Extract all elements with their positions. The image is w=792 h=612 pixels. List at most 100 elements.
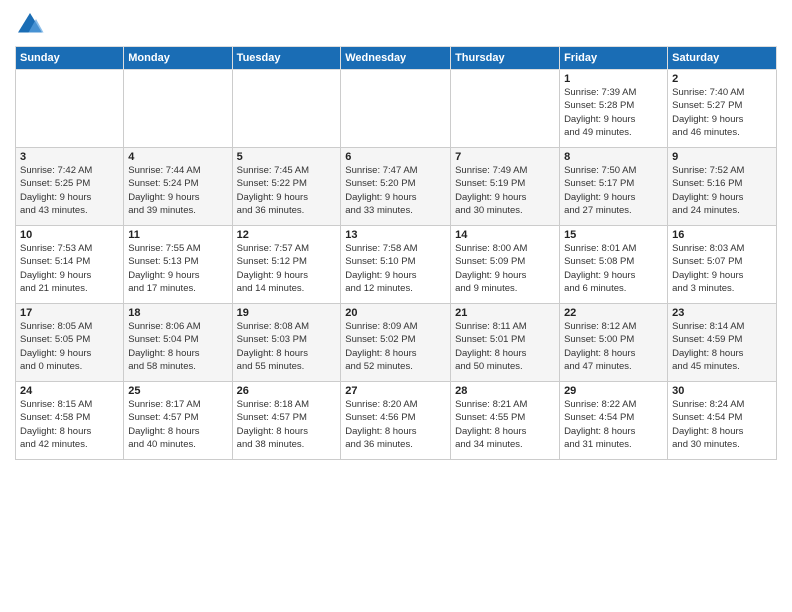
day-number: 6 xyxy=(345,151,446,163)
day-number: 23 xyxy=(672,307,772,319)
calendar-cell: 16Sunrise: 8:03 AM Sunset: 5:07 PM Dayli… xyxy=(668,226,777,304)
calendar-cell: 19Sunrise: 8:08 AM Sunset: 5:03 PM Dayli… xyxy=(232,304,341,382)
calendar-cell: 22Sunrise: 8:12 AM Sunset: 5:00 PM Dayli… xyxy=(560,304,668,382)
day-info: Sunrise: 8:20 AM Sunset: 4:56 PM Dayligh… xyxy=(345,398,446,451)
day-info: Sunrise: 8:00 AM Sunset: 5:09 PM Dayligh… xyxy=(455,242,555,295)
day-info: Sunrise: 7:47 AM Sunset: 5:20 PM Dayligh… xyxy=(345,164,446,217)
day-number: 15 xyxy=(564,229,663,241)
day-number: 1 xyxy=(564,73,663,85)
calendar-body: 1Sunrise: 7:39 AM Sunset: 5:28 PM Daylig… xyxy=(16,70,777,460)
calendar-cell: 26Sunrise: 8:18 AM Sunset: 4:57 PM Dayli… xyxy=(232,382,341,460)
logo xyxy=(15,10,47,40)
calendar-cell: 7Sunrise: 7:49 AM Sunset: 5:19 PM Daylig… xyxy=(451,148,560,226)
day-number: 17 xyxy=(20,307,119,319)
day-info: Sunrise: 7:57 AM Sunset: 5:12 PM Dayligh… xyxy=(237,242,337,295)
calendar-cell: 23Sunrise: 8:14 AM Sunset: 4:59 PM Dayli… xyxy=(668,304,777,382)
day-number: 29 xyxy=(564,385,663,397)
calendar-cell: 6Sunrise: 7:47 AM Sunset: 5:20 PM Daylig… xyxy=(341,148,451,226)
day-info: Sunrise: 7:49 AM Sunset: 5:19 PM Dayligh… xyxy=(455,164,555,217)
day-number: 8 xyxy=(564,151,663,163)
calendar-day-header: Tuesday xyxy=(232,47,341,70)
day-number: 11 xyxy=(128,229,227,241)
calendar-cell: 14Sunrise: 8:00 AM Sunset: 5:09 PM Dayli… xyxy=(451,226,560,304)
calendar-cell xyxy=(341,70,451,148)
day-info: Sunrise: 8:15 AM Sunset: 4:58 PM Dayligh… xyxy=(20,398,119,451)
calendar-week-row: 1Sunrise: 7:39 AM Sunset: 5:28 PM Daylig… xyxy=(16,70,777,148)
day-info: Sunrise: 7:45 AM Sunset: 5:22 PM Dayligh… xyxy=(237,164,337,217)
day-number: 13 xyxy=(345,229,446,241)
calendar-day-header: Monday xyxy=(124,47,232,70)
day-number: 16 xyxy=(672,229,772,241)
calendar-table: SundayMondayTuesdayWednesdayThursdayFrid… xyxy=(15,46,777,460)
day-info: Sunrise: 7:55 AM Sunset: 5:13 PM Dayligh… xyxy=(128,242,227,295)
calendar-header-row: SundayMondayTuesdayWednesdayThursdayFrid… xyxy=(16,47,777,70)
day-number: 30 xyxy=(672,385,772,397)
day-info: Sunrise: 8:09 AM Sunset: 5:02 PM Dayligh… xyxy=(345,320,446,373)
calendar-day-header: Saturday xyxy=(668,47,777,70)
day-number: 20 xyxy=(345,307,446,319)
calendar-cell: 18Sunrise: 8:06 AM Sunset: 5:04 PM Dayli… xyxy=(124,304,232,382)
day-info: Sunrise: 8:17 AM Sunset: 4:57 PM Dayligh… xyxy=(128,398,227,451)
calendar-cell xyxy=(232,70,341,148)
day-number: 3 xyxy=(20,151,119,163)
day-number: 28 xyxy=(455,385,555,397)
calendar-cell xyxy=(16,70,124,148)
calendar-cell: 21Sunrise: 8:11 AM Sunset: 5:01 PM Dayli… xyxy=(451,304,560,382)
day-info: Sunrise: 8:06 AM Sunset: 5:04 PM Dayligh… xyxy=(128,320,227,373)
calendar-week-row: 24Sunrise: 8:15 AM Sunset: 4:58 PM Dayli… xyxy=(16,382,777,460)
calendar-cell xyxy=(124,70,232,148)
day-info: Sunrise: 8:18 AM Sunset: 4:57 PM Dayligh… xyxy=(237,398,337,451)
day-info: Sunrise: 8:14 AM Sunset: 4:59 PM Dayligh… xyxy=(672,320,772,373)
day-info: Sunrise: 7:40 AM Sunset: 5:27 PM Dayligh… xyxy=(672,86,772,139)
calendar-cell: 25Sunrise: 8:17 AM Sunset: 4:57 PM Dayli… xyxy=(124,382,232,460)
calendar-cell: 27Sunrise: 8:20 AM Sunset: 4:56 PM Dayli… xyxy=(341,382,451,460)
calendar-cell: 29Sunrise: 8:22 AM Sunset: 4:54 PM Dayli… xyxy=(560,382,668,460)
day-info: Sunrise: 8:24 AM Sunset: 4:54 PM Dayligh… xyxy=(672,398,772,451)
day-number: 2 xyxy=(672,73,772,85)
calendar-day-header: Thursday xyxy=(451,47,560,70)
day-number: 12 xyxy=(237,229,337,241)
day-number: 27 xyxy=(345,385,446,397)
day-info: Sunrise: 7:58 AM Sunset: 5:10 PM Dayligh… xyxy=(345,242,446,295)
day-info: Sunrise: 7:50 AM Sunset: 5:17 PM Dayligh… xyxy=(564,164,663,217)
calendar-day-header: Wednesday xyxy=(341,47,451,70)
calendar-cell: 9Sunrise: 7:52 AM Sunset: 5:16 PM Daylig… xyxy=(668,148,777,226)
day-info: Sunrise: 8:12 AM Sunset: 5:00 PM Dayligh… xyxy=(564,320,663,373)
calendar-cell: 5Sunrise: 7:45 AM Sunset: 5:22 PM Daylig… xyxy=(232,148,341,226)
calendar-cell: 20Sunrise: 8:09 AM Sunset: 5:02 PM Dayli… xyxy=(341,304,451,382)
calendar-cell: 8Sunrise: 7:50 AM Sunset: 5:17 PM Daylig… xyxy=(560,148,668,226)
day-info: Sunrise: 7:42 AM Sunset: 5:25 PM Dayligh… xyxy=(20,164,119,217)
calendar-day-header: Sunday xyxy=(16,47,124,70)
calendar-cell: 24Sunrise: 8:15 AM Sunset: 4:58 PM Dayli… xyxy=(16,382,124,460)
calendar-cell: 1Sunrise: 7:39 AM Sunset: 5:28 PM Daylig… xyxy=(560,70,668,148)
day-number: 4 xyxy=(128,151,227,163)
calendar-cell: 12Sunrise: 7:57 AM Sunset: 5:12 PM Dayli… xyxy=(232,226,341,304)
calendar-cell: 4Sunrise: 7:44 AM Sunset: 5:24 PM Daylig… xyxy=(124,148,232,226)
day-number: 21 xyxy=(455,307,555,319)
day-number: 22 xyxy=(564,307,663,319)
calendar-week-row: 3Sunrise: 7:42 AM Sunset: 5:25 PM Daylig… xyxy=(16,148,777,226)
calendar-week-row: 17Sunrise: 8:05 AM Sunset: 5:05 PM Dayli… xyxy=(16,304,777,382)
calendar-cell: 17Sunrise: 8:05 AM Sunset: 5:05 PM Dayli… xyxy=(16,304,124,382)
day-info: Sunrise: 8:08 AM Sunset: 5:03 PM Dayligh… xyxy=(237,320,337,373)
calendar-cell: 30Sunrise: 8:24 AM Sunset: 4:54 PM Dayli… xyxy=(668,382,777,460)
day-info: Sunrise: 8:05 AM Sunset: 5:05 PM Dayligh… xyxy=(20,320,119,373)
day-info: Sunrise: 8:03 AM Sunset: 5:07 PM Dayligh… xyxy=(672,242,772,295)
day-info: Sunrise: 8:01 AM Sunset: 5:08 PM Dayligh… xyxy=(564,242,663,295)
logo-icon xyxy=(15,10,45,40)
calendar-cell xyxy=(451,70,560,148)
day-number: 19 xyxy=(237,307,337,319)
calendar-cell: 15Sunrise: 8:01 AM Sunset: 5:08 PM Dayli… xyxy=(560,226,668,304)
calendar-week-row: 10Sunrise: 7:53 AM Sunset: 5:14 PM Dayli… xyxy=(16,226,777,304)
day-number: 24 xyxy=(20,385,119,397)
day-info: Sunrise: 8:22 AM Sunset: 4:54 PM Dayligh… xyxy=(564,398,663,451)
calendar-day-header: Friday xyxy=(560,47,668,70)
day-info: Sunrise: 8:11 AM Sunset: 5:01 PM Dayligh… xyxy=(455,320,555,373)
day-info: Sunrise: 7:39 AM Sunset: 5:28 PM Dayligh… xyxy=(564,86,663,139)
header xyxy=(15,10,777,40)
day-number: 18 xyxy=(128,307,227,319)
calendar-cell: 2Sunrise: 7:40 AM Sunset: 5:27 PM Daylig… xyxy=(668,70,777,148)
day-number: 10 xyxy=(20,229,119,241)
day-number: 9 xyxy=(672,151,772,163)
day-number: 5 xyxy=(237,151,337,163)
